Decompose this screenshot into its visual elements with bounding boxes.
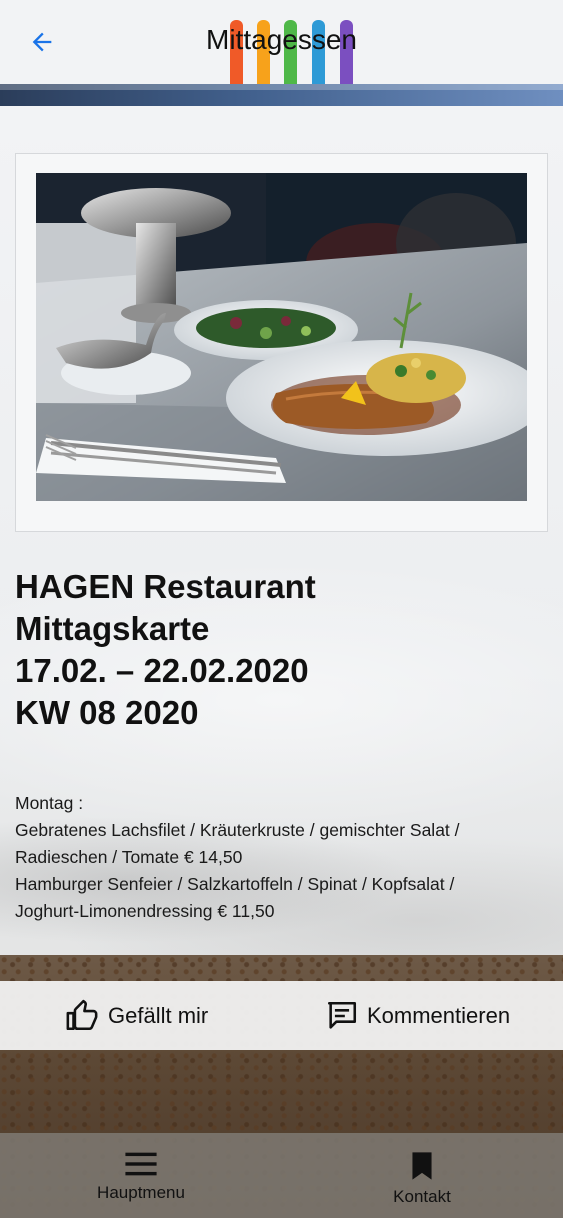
comment-label: Kommentieren bbox=[367, 1002, 511, 1028]
menu-item-1-line-2: Radieschen / Tomate € 14,50 bbox=[15, 847, 243, 867]
menu-item-2-line-1: Hamburger Senfeier / Salzkartoffeln / Sp… bbox=[15, 874, 455, 894]
menu-item-1-line-1: Gebratenes Lachsfilet / Kräuterkruste / … bbox=[15, 820, 460, 840]
menu-day: Montag : bbox=[15, 793, 84, 813]
arrow-left-icon bbox=[32, 32, 52, 52]
menu-body: Montag : Gebratenes Lachsfilet / Kräuter… bbox=[15, 790, 550, 925]
restaurant-name: HAGEN Restaurant bbox=[15, 568, 316, 605]
back-button[interactable] bbox=[22, 24, 62, 60]
nav-label-kontakt: Kontakt bbox=[393, 1187, 451, 1206]
like-button[interactable]: Gefällt mir bbox=[64, 981, 208, 1050]
menu-item-2-line-2: Joghurt-Limonendressing € 11,50 bbox=[15, 901, 275, 921]
page-title: Mittagessen bbox=[206, 24, 357, 55]
header-stripe bbox=[0, 84, 563, 106]
action-bar: Gefällt mir Kommentieren bbox=[0, 981, 563, 1050]
food-photo bbox=[36, 173, 527, 501]
bottom-navigation: Hauptmenu Kontakt bbox=[0, 1133, 563, 1218]
comment-icon bbox=[327, 1001, 357, 1029]
thumbs-up-icon bbox=[66, 999, 98, 1030]
menu-headline: HAGEN Restaurant Mittagskarte 17.02. – 2… bbox=[15, 566, 545, 734]
nav-item-hauptmenu[interactable]: Hauptmenu bbox=[61, 1133, 221, 1218]
nav-label-hauptmenu: Hauptmenu bbox=[97, 1183, 185, 1202]
date-range: 17.02. – 22.02.2020 bbox=[15, 652, 309, 689]
nav-item-kontakt[interactable]: Kontakt bbox=[342, 1133, 502, 1218]
app-header: Mittagessen bbox=[0, 0, 563, 84]
calendar-week: KW 08 2020 bbox=[15, 694, 199, 731]
hamburger-menu-icon bbox=[125, 1152, 157, 1176]
like-label: Gefällt mir bbox=[108, 1002, 209, 1028]
comment-button[interactable]: Kommentieren bbox=[325, 981, 510, 1050]
menu-title: Mittagskarte bbox=[15, 610, 210, 647]
bookmark-icon bbox=[412, 1152, 432, 1180]
image-card bbox=[15, 153, 548, 532]
